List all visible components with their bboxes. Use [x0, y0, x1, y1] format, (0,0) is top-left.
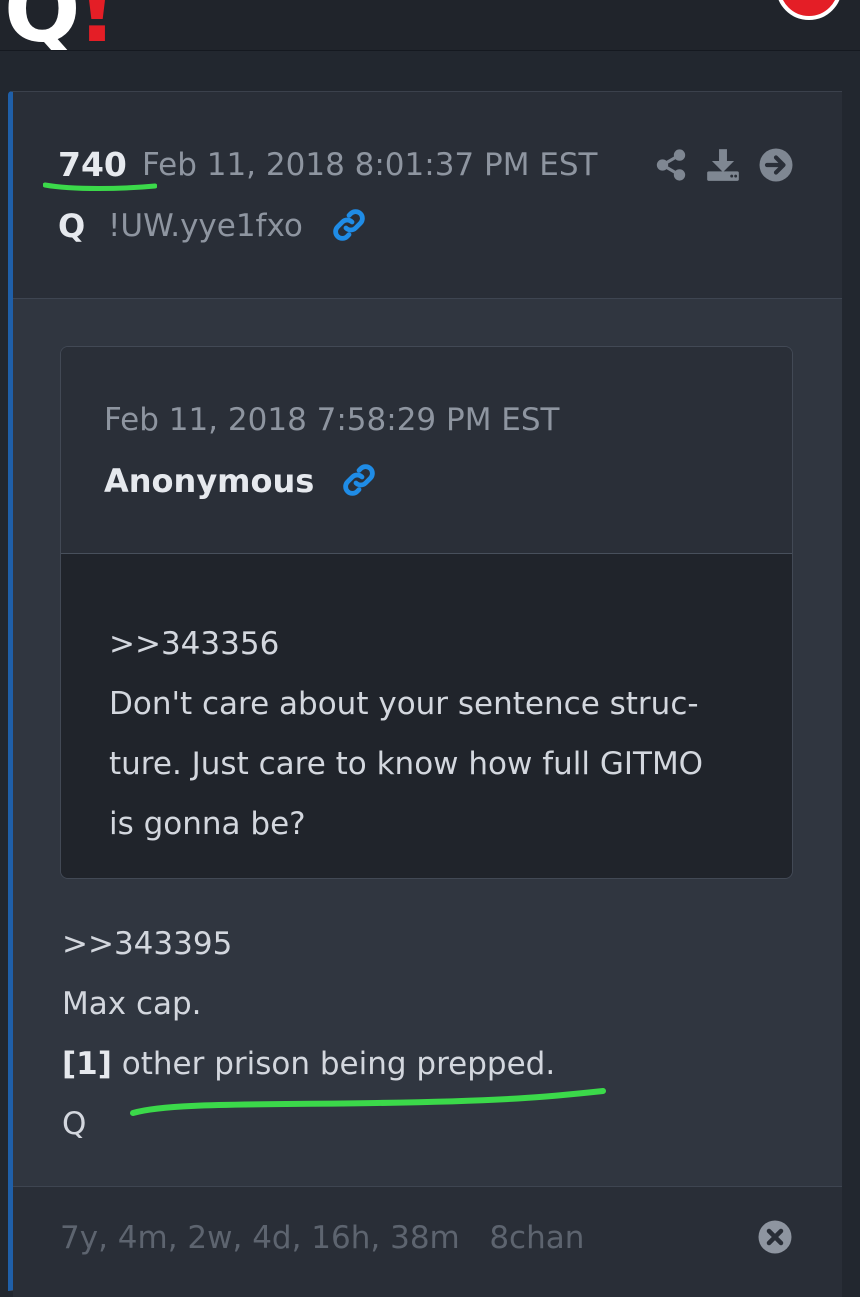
menu-button[interactable]	[776, 0, 842, 20]
quoted-post: Feb 11, 2018 7:58:29 PM EST Anonymous >>…	[60, 346, 793, 879]
post-tripcode: !UW.yye1fxo	[108, 208, 303, 244]
post-age: 7y, 4m, 2w, 4d, 16h, 38m	[60, 1220, 460, 1256]
post-card: 740 Feb 11, 2018 8:01:37 PM EST Q !UW.yy…	[8, 91, 842, 1297]
quoted-text-line: Don't care about your sentence struc-	[109, 686, 699, 722]
post-timestamp: Feb 11, 2018 8:01:37 PM EST	[142, 147, 598, 183]
green-underline-mark	[130, 1088, 606, 1116]
logo-letter: Q	[4, 0, 80, 50]
quoted-post-body: >>343356 Don't care about your sentence …	[61, 554, 792, 878]
post-footer: 7y, 4m, 2w, 4d, 16h, 38m 8chan	[13, 1186, 842, 1297]
post-author: Q	[58, 207, 86, 245]
quoted-text: >>343356 Don't care about your sentence …	[109, 614, 769, 854]
reply-link[interactable]: >>343395	[62, 914, 802, 974]
message-line: Max cap.	[62, 986, 202, 1022]
post-source: 8chan	[489, 1220, 585, 1256]
quoted-reply-link[interactable]: >>343356	[109, 614, 769, 674]
quoted-author: Anonymous	[104, 462, 315, 500]
bracket-count: [1]	[62, 1046, 112, 1082]
arrow-right-circle-icon[interactable]	[758, 147, 794, 183]
message-highlighted-text: other prison being prepped.	[121, 1046, 556, 1082]
link-icon[interactable]	[331, 207, 367, 243]
quoted-timestamp: Feb 11, 2018 7:58:29 PM EST	[104, 402, 560, 438]
quoted-text-line: ture. Just care to know how full GITMO	[109, 746, 704, 782]
post-age-and-source: 7y, 4m, 2w, 4d, 16h, 38m 8chan	[60, 1220, 584, 1256]
app-logo[interactable]: Q!	[4, 0, 118, 50]
quoted-text-line: is gonna be?	[109, 806, 306, 842]
green-underline-mark	[43, 182, 157, 191]
link-icon[interactable]	[341, 462, 377, 498]
download-icon[interactable]	[704, 146, 742, 184]
close-icon[interactable]	[757, 1219, 793, 1255]
logo-mark: !	[77, 0, 118, 50]
top-bar: Q!	[0, 0, 860, 51]
quoted-post-header: Feb 11, 2018 7:58:29 PM EST Anonymous	[61, 347, 792, 554]
post-header: 740 Feb 11, 2018 8:01:37 PM EST Q !UW.yy…	[13, 92, 842, 299]
share-icon[interactable]	[654, 147, 688, 183]
